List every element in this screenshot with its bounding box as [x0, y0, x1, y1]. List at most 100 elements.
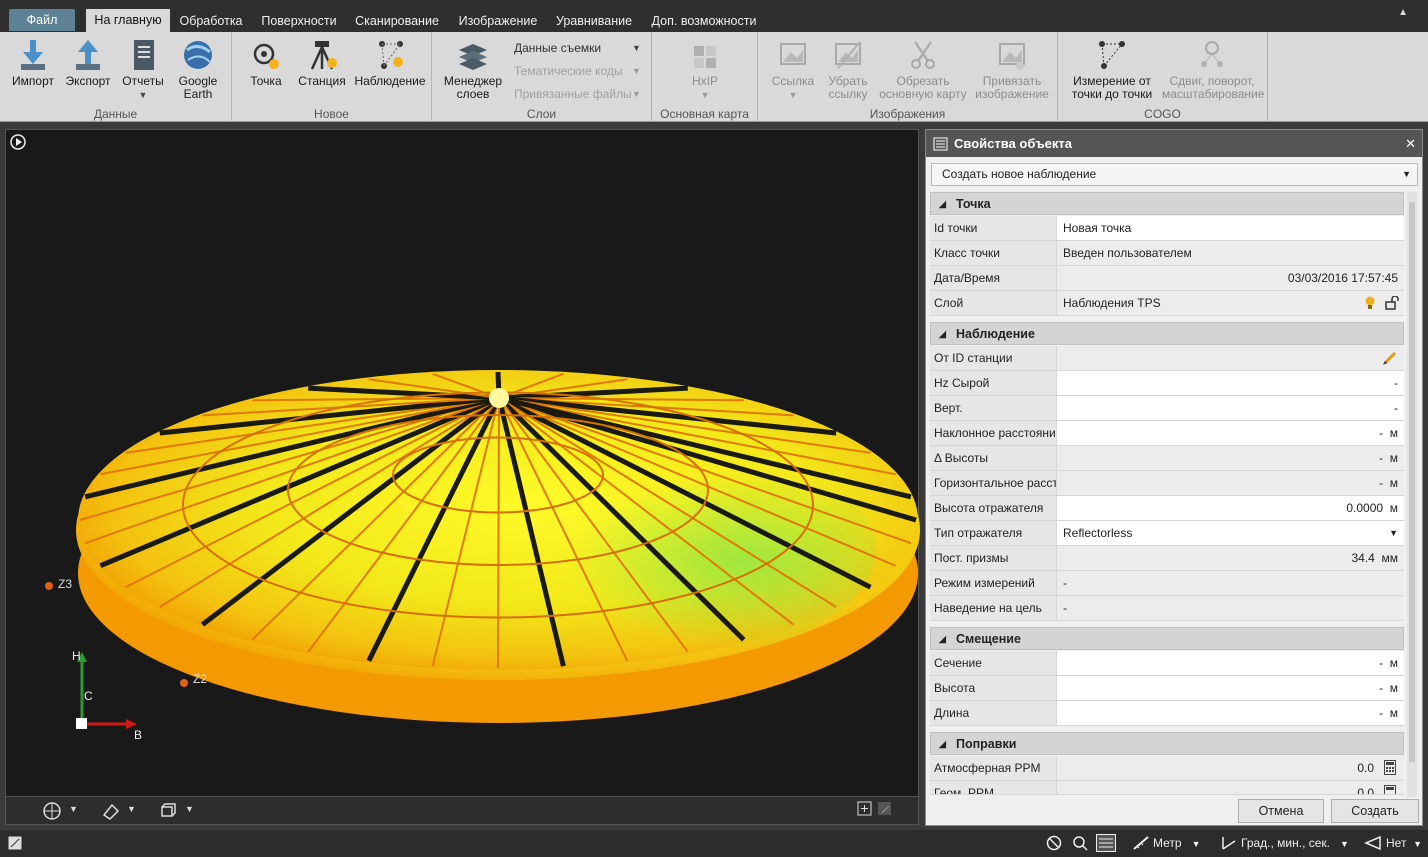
- tab-image[interactable]: Изображение: [450, 8, 546, 32]
- tab-home[interactable]: На главную: [86, 9, 170, 32]
- marker-z2-icon[interactable]: [180, 679, 188, 687]
- import-button[interactable]: Импорт: [8, 36, 58, 88]
- from-station-value[interactable]: [1056, 346, 1404, 370]
- point-id-input[interactable]: Новая точка: [1056, 216, 1404, 240]
- unlink-button[interactable]: Убрать ссылку: [820, 36, 876, 101]
- hxip-grid-icon: [694, 46, 716, 68]
- group-label-images: Изображения: [869, 107, 946, 121]
- section-observation-title: Наблюдение: [956, 327, 1035, 341]
- calculator-icon[interactable]: [1384, 785, 1396, 795]
- reports-label: Отчеты: [122, 74, 164, 88]
- offset-section-input[interactable]: - м: [1056, 651, 1404, 675]
- resize-grip-icon[interactable]: [877, 801, 893, 817]
- row-horizontal-distance: Горизонтальное расст - м: [930, 471, 1404, 496]
- datetime-value: 03/03/2016 17:57:45: [1056, 266, 1404, 290]
- projection-selector[interactable]: Нет ▼: [1386, 836, 1422, 850]
- point-id-key: Id точки: [930, 216, 1056, 240]
- google-earth-button[interactable]: Google Earth: [172, 36, 224, 101]
- vertical-input[interactable]: -: [1056, 396, 1404, 420]
- station-label: Станция: [298, 74, 346, 88]
- layer-value[interactable]: Наблюдения TPS: [1056, 291, 1404, 315]
- geometric-ppm-input[interactable]: 0.0: [1056, 781, 1404, 795]
- reflector-type-select[interactable]: Reflectorless ▼: [1056, 521, 1404, 545]
- tab-surfaces[interactable]: Поверхности: [254, 8, 344, 32]
- target-aiming-value: -: [1056, 596, 1404, 620]
- link-button[interactable]: Ссылка ▼: [766, 36, 820, 102]
- 3d-viewport[interactable]: Z3 Z2 H C B: [5, 129, 920, 798]
- group-data: Импорт Экспорт Отчеты ▼ Google Earth Данны…: [0, 32, 232, 122]
- lightbulb-icon[interactable]: [1364, 296, 1376, 310]
- tab-processing[interactable]: Обработка: [172, 8, 250, 32]
- panel-scrollbar[interactable]: [1407, 192, 1417, 797]
- section-observation[interactable]: ◢ Наблюдение: [930, 322, 1404, 345]
- survey-data-dropdown[interactable]: Данные съемки ▼: [514, 41, 641, 55]
- collapse-ribbon-icon[interactable]: ▲: [1398, 7, 1408, 18]
- layers-icon: [459, 44, 487, 70]
- chevron-down-icon[interactable]: ▼: [185, 804, 194, 814]
- shift-rotate-scale-button[interactable]: Сдвиг, поворот, масштабирование: [1162, 36, 1264, 101]
- crop-basemap-button[interactable]: Обрезать основную карту: [876, 36, 970, 101]
- hxip-button[interactable]: HxIP ▼: [682, 42, 728, 102]
- chevron-down-icon[interactable]: ▼: [69, 804, 78, 814]
- play-icon[interactable]: [10, 134, 26, 150]
- new-observation-dropdown[interactable]: Создать новое наблюдение ▼: [931, 163, 1418, 186]
- hz-raw-input[interactable]: -: [1056, 371, 1404, 395]
- observation-button[interactable]: Наблюдение: [352, 36, 428, 88]
- scrollbar-thumb[interactable]: [1409, 202, 1415, 762]
- group-images: Ссылка ▼ Убрать ссылку Обрезать основную ка…: [758, 32, 1058, 122]
- close-icon[interactable]: ✕: [1405, 130, 1416, 157]
- offset-height-input[interactable]: - м: [1056, 676, 1404, 700]
- cancel-button[interactable]: Отмена: [1238, 799, 1324, 823]
- table-view-icon[interactable]: [1096, 834, 1116, 852]
- unlock-icon[interactable]: [1385, 296, 1399, 310]
- section-point[interactable]: ◢ Точка: [930, 192, 1404, 215]
- point-cloud-canvas[interactable]: Z3 Z2 H C B: [6, 130, 920, 798]
- link-dropdown-icon[interactable]: ▼: [789, 90, 798, 100]
- zoom-in-icon[interactable]: [857, 801, 873, 817]
- chevron-down-icon: ▼: [1389, 528, 1398, 538]
- export-button[interactable]: Экспорт: [62, 36, 114, 88]
- cube-view-icon[interactable]: [158, 801, 178, 821]
- chevron-down-icon[interactable]: ▼: [127, 804, 136, 814]
- search-icon[interactable]: [1072, 835, 1088, 851]
- measure-point-to-point-button[interactable]: Измерение от точки до точки: [1064, 36, 1160, 101]
- station-button[interactable]: Станция: [294, 36, 350, 88]
- ruler-icon[interactable]: [1132, 835, 1150, 851]
- tab-file[interactable]: Файл: [9, 9, 75, 31]
- status-app-icon[interactable]: [8, 836, 22, 850]
- tab-extras[interactable]: Доп. возможности: [644, 8, 764, 32]
- eraser-icon[interactable]: [100, 801, 120, 821]
- feature-codes-dropdown[interactable]: Тематические коды ▼: [514, 64, 641, 78]
- marker-z3-icon[interactable]: [45, 582, 53, 590]
- image-unlink-icon: [835, 41, 861, 69]
- hxip-dropdown-icon[interactable]: ▼: [701, 90, 710, 100]
- section-offset[interactable]: ◢ Смещение: [930, 627, 1404, 650]
- geometric-ppm-key: Геом. PPM: [930, 781, 1056, 794]
- create-button[interactable]: Создать: [1331, 799, 1419, 823]
- reports-dropdown-icon[interactable]: ▼: [139, 90, 148, 100]
- angle-icon[interactable]: [1220, 835, 1238, 851]
- snap-icon[interactable]: [1046, 835, 1062, 851]
- projection-icon[interactable]: [1364, 835, 1382, 851]
- attach-image-button[interactable]: Привязать изображение: [972, 36, 1052, 101]
- pencil-icon[interactable]: [1382, 350, 1398, 366]
- point-button[interactable]: Точка: [244, 36, 288, 88]
- object-properties-panel: Свойства объекта ✕ Создать новое наблюде…: [925, 129, 1423, 826]
- render-mode-icon[interactable]: [42, 801, 62, 821]
- axis-c-label: C: [84, 689, 93, 703]
- offset-length-input[interactable]: - м: [1056, 701, 1404, 725]
- angle-units-selector[interactable]: Град., мин., сек. ▼: [1241, 836, 1349, 850]
- tab-scanning[interactable]: Сканирование: [348, 8, 446, 32]
- reflector-height-input[interactable]: 0.0000 м: [1056, 496, 1404, 520]
- layer-manager-button[interactable]: Менеджер слоев: [440, 36, 506, 101]
- calculator-icon[interactable]: [1384, 760, 1396, 775]
- section-corrections[interactable]: ◢ Поправки: [930, 732, 1404, 755]
- atmospheric-ppm-input[interactable]: 0.0: [1056, 756, 1404, 780]
- linked-files-dropdown[interactable]: Привязанные файлы ▼: [514, 87, 641, 101]
- units-selector[interactable]: Метр ▼: [1153, 836, 1201, 850]
- axis-h-label: H: [72, 649, 81, 663]
- offset-length-unit: м: [1389, 706, 1398, 720]
- reports-button[interactable]: Отчеты ▼: [118, 36, 168, 102]
- tab-adjustment[interactable]: Уравнивание: [548, 8, 640, 32]
- slope-distance-input[interactable]: - м: [1056, 421, 1404, 445]
